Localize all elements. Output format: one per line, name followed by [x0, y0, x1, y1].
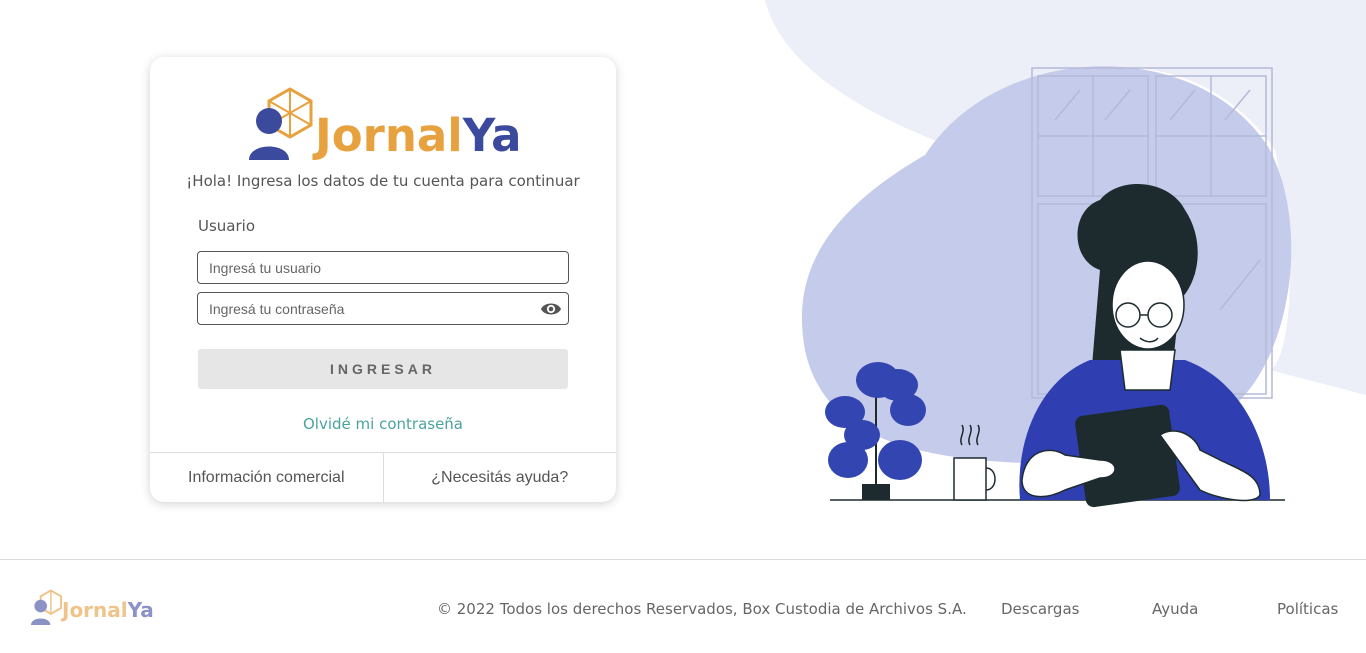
footer-logo: JornalYa	[30, 588, 170, 628]
copyright-text: © 2022 Todos los derechos Reservados, Bo…	[437, 600, 967, 618]
footer-link-downloads[interactable]: Descargas	[1001, 600, 1079, 618]
woman-with-tablet-illustration	[825, 67, 1285, 508]
brand-part2: Ya	[462, 109, 522, 162]
password-field[interactable]	[197, 292, 569, 325]
username-input[interactable]	[198, 252, 568, 283]
brand-wordmark: JornalYa	[315, 109, 522, 162]
brand-part1: Jornal	[315, 109, 463, 162]
footer-brand-part2: Ya	[127, 598, 154, 622]
footer-link-policies[interactable]: Políticas	[1277, 600, 1338, 618]
greeting-text: ¡Hola! Ingresa los datos de tu cuenta pa…	[186, 172, 580, 190]
user-box-icon	[249, 87, 313, 160]
card-footer: Información comercial ¿Necesitás ayuda?	[150, 452, 616, 502]
username-field[interactable]	[197, 251, 569, 284]
commercial-info-link[interactable]: Información comercial	[150, 453, 383, 502]
login-card: JornalYa ¡Hola! Ingresa los datos de tu …	[150, 57, 616, 502]
password-input[interactable]	[198, 293, 568, 324]
footer-link-help[interactable]: Ayuda	[1152, 600, 1198, 618]
user-box-icon	[30, 589, 63, 625]
footer-brand-part1: Jornal	[62, 598, 128, 622]
page-footer: JornalYa © 2022 Todos los derechos Reser…	[0, 559, 1366, 653]
help-link[interactable]: ¿Necesitás ayuda?	[382, 453, 617, 502]
brand-logo: JornalYa	[247, 87, 527, 163]
footer-wordmark: JornalYa	[62, 598, 154, 622]
login-button[interactable]: INGRESAR	[198, 349, 568, 389]
eye-icon[interactable]	[540, 300, 562, 318]
forgot-password-link[interactable]: Olvidé mi contraseña	[150, 415, 616, 433]
user-label: Usuario	[198, 217, 256, 235]
